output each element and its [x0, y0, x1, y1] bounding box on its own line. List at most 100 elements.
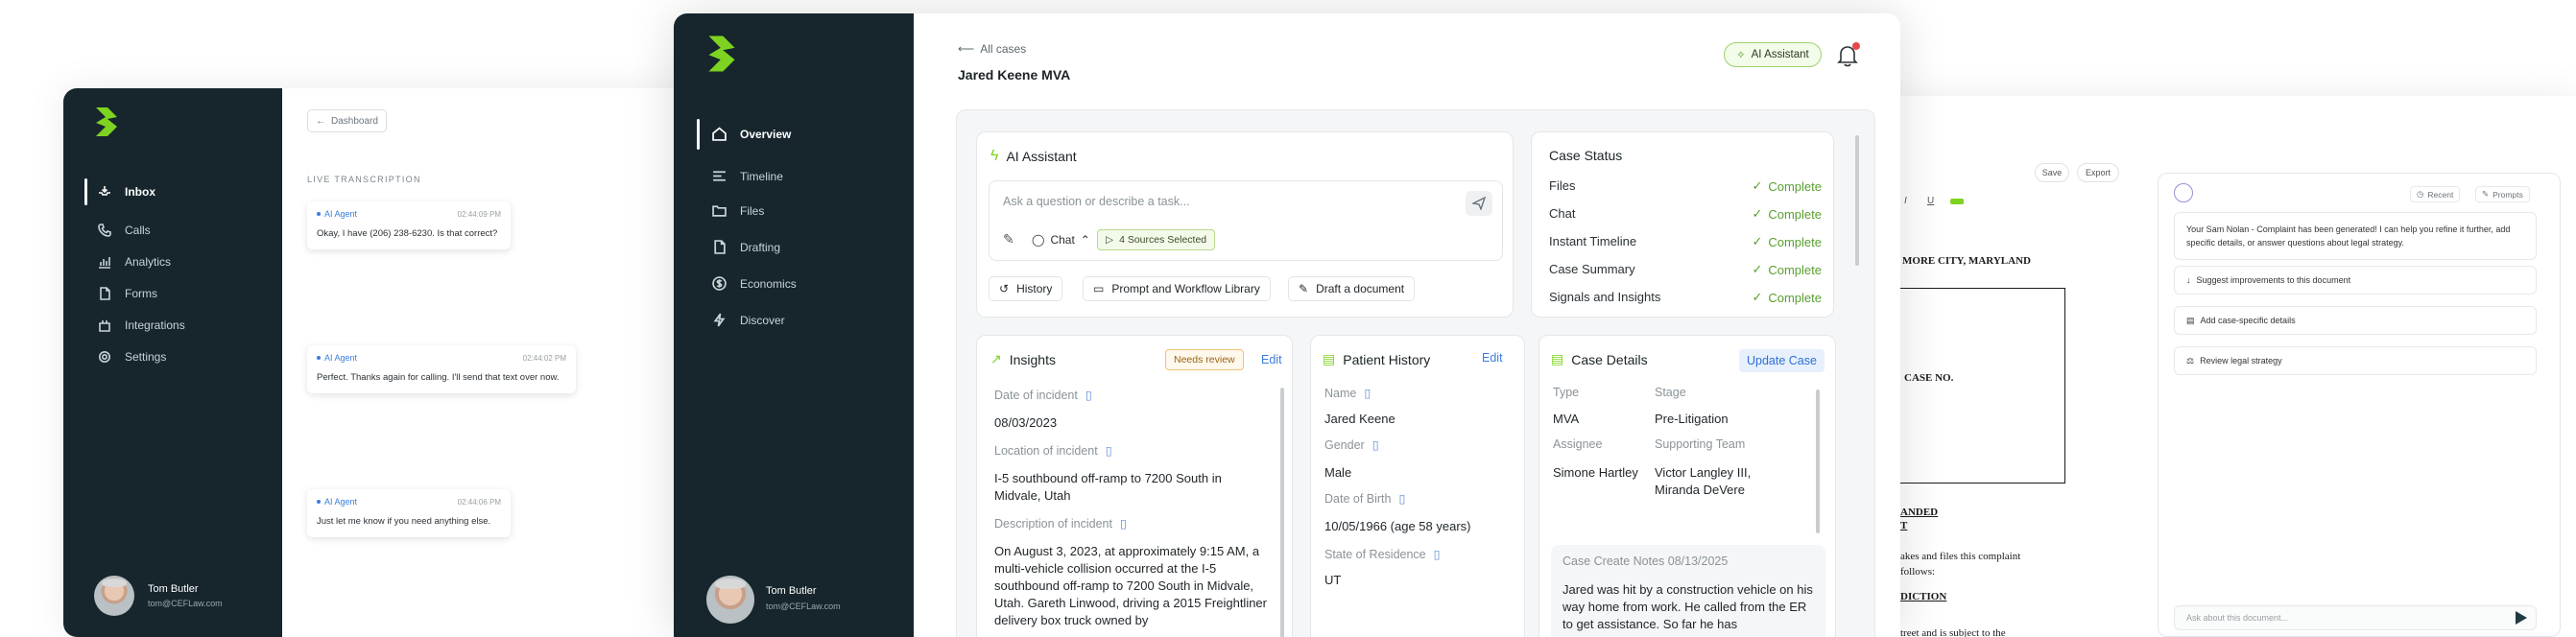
ask-input-box[interactable]: Ask a question or describe a task... ✎ ◯…	[989, 180, 1503, 261]
file-icon: ▯	[1398, 492, 1406, 506]
type-label: Type	[1553, 386, 1580, 399]
doc-heading: MORE CITY, MARYLAND	[1902, 255, 2031, 267]
scrollbar[interactable]	[1855, 135, 1859, 266]
sources-selected-button[interactable]: ▷ 4 Sources Selected	[1097, 229, 1216, 250]
sidebar-item-discover[interactable]: Discover	[712, 313, 785, 327]
draft-document-button[interactable]: ✎ Draft a document	[1288, 276, 1416, 301]
sidebar-item-analytics[interactable]: Analytics	[98, 255, 171, 269]
back-to-dashboard-button[interactable]: ← Dashboard	[307, 109, 387, 132]
patient-history-edit-link[interactable]: Edit	[1482, 351, 1503, 365]
sidebar-item-economics[interactable]: Economics	[712, 276, 797, 291]
field-label: Location of incident ▯	[994, 443, 1112, 459]
chat-icon: ◯	[1032, 233, 1045, 247]
avatar[interactable]	[94, 576, 134, 616]
field-label: Name ▯	[1324, 386, 1371, 401]
sidebar-item-settings[interactable]: Settings	[98, 350, 166, 364]
highlight-color-icon[interactable]	[1950, 199, 1964, 204]
document-assistant-panel: ◷ Recent ✎ Prompts Your Sam Nolan - Compla…	[2158, 173, 2561, 637]
field-value: 08/03/2023	[994, 415, 1058, 430]
sidebar-item-integrations[interactable]: Integrations	[98, 318, 185, 332]
phone-icon	[98, 224, 111, 237]
update-case-button[interactable]: Update Case	[1739, 349, 1825, 372]
italic-button[interactable]: I	[1904, 196, 1907, 206]
ask-input[interactable]: Ask a question or describe a task...	[1003, 195, 1190, 208]
stage-value: Pre-Litigation	[1655, 412, 1729, 426]
assistant-message: Your Sam Nolan - Complaint has been gene…	[2174, 212, 2537, 260]
bolt-icon: ϟ	[990, 148, 999, 164]
book-icon: ▭	[1093, 282, 1105, 295]
arrow-left-icon: ⟵	[958, 42, 975, 56]
file-icon: ▯	[1371, 438, 1379, 452]
status-row: Signals and Insights ✓ Complete	[1549, 290, 1822, 305]
status-row: Case Summary ✓ Complete	[1549, 262, 1822, 277]
field-value: I-5 southbound off-ramp to 7200 South in…	[994, 471, 1222, 503]
sidebar-item-inbox[interactable]: Inbox	[98, 185, 155, 199]
scale-icon: ⚖	[2186, 355, 2195, 366]
sidebar-item-overview[interactable]: Overview	[712, 127, 791, 141]
sidebar-item-label: Calls	[125, 224, 151, 237]
ai-assistant-card: ϟ AI Assistant Ask a question or describ…	[976, 131, 1514, 318]
underline-button[interactable]: U	[1927, 196, 1934, 206]
tab-recent[interactable]: ◷ Recent	[2410, 186, 2461, 202]
case-notes: Case Create Notes 08/13/2025 Jared was h…	[1551, 545, 1825, 637]
breadcrumb-all-cases[interactable]: All cases	[980, 42, 1026, 56]
ai-assistant-button[interactable]: ✧ AI Assistant	[1724, 42, 1822, 67]
case-details-card: ▤ Case Details Update Case Type MVA Stage…	[1538, 335, 1836, 637]
speaker-dot-icon	[317, 500, 321, 504]
notes-title: Case Create Notes 08/13/2025	[1562, 554, 1729, 568]
breadcrumb[interactable]: ⟵ All cases	[958, 42, 1026, 56]
sidebar-item-drafting[interactable]: Drafting	[712, 240, 780, 254]
ai-assistant-card-title: ϟ AI Assistant	[990, 148, 1077, 164]
home-icon	[712, 127, 727, 141]
field-label: Gender ▯	[1324, 437, 1379, 453]
scrollbar[interactable]	[1816, 389, 1820, 533]
sidebar-item-label: Inbox	[125, 185, 155, 199]
document-chat-input[interactable]: Ask about this document...	[2174, 605, 2537, 630]
needs-review-badge: Needs review	[1165, 349, 1244, 370]
file-icon: ▤	[2186, 315, 2195, 325]
edit-icon: ✎	[1299, 282, 1309, 295]
notification-dot	[1852, 42, 1860, 50]
file-icon: ▯	[1105, 444, 1112, 458]
transcript-message: AI Agent 02:44:09 PM Okay, I have (206) …	[307, 201, 511, 249]
scrollbar[interactable]	[1280, 388, 1284, 637]
save-button[interactable]: Save	[2035, 163, 2069, 182]
sidebar-item-calls[interactable]: Calls	[98, 224, 151, 237]
case-status-title: Case Status	[1549, 148, 1623, 163]
check-icon: ✓	[1752, 290, 1763, 304]
tab-prompts[interactable]: ✎ Prompts	[2475, 186, 2530, 202]
sidebar-item-forms[interactable]: Forms	[98, 287, 157, 300]
send-button[interactable]	[1466, 191, 1492, 216]
send-icon[interactable]	[2516, 611, 2527, 625]
file-icon: ▯	[1433, 548, 1441, 561]
insights-title: ↗ Insights	[990, 351, 1056, 367]
suggestion-add-details[interactable]: ▤ Add case-specific details	[2174, 306, 2537, 335]
paperclip-icon[interactable]: ✎	[1003, 231, 1014, 248]
brand-logo-icon	[706, 33, 737, 75]
mode-dropdown[interactable]: ◯ Chat ⌃	[1032, 233, 1090, 247]
field-label: Date of Birth ▯	[1324, 491, 1406, 507]
document-icon	[714, 240, 726, 254]
clock-icon: ◷	[2417, 189, 2424, 199]
insights-edit-link[interactable]: Edit	[1261, 353, 1282, 366]
field-label: Description of incident ▯	[994, 516, 1127, 531]
send-icon	[1472, 197, 1486, 210]
assistant-logo-icon	[2174, 183, 2193, 202]
check-icon: ✓	[1752, 178, 1763, 193]
file-icon	[100, 287, 110, 300]
prompt-library-button[interactable]: ▭ Prompt and Workflow Library	[1083, 276, 1271, 301]
history-button[interactable]: ↺ History	[989, 276, 1063, 301]
sidebar-item-timeline[interactable]: Timeline	[712, 169, 783, 183]
export-button[interactable]: Export	[2077, 163, 2119, 182]
suggestion-review-strategy[interactable]: ⚖ Review legal strategy	[2174, 346, 2537, 375]
field-label: Date of incident ▯	[994, 388, 1092, 403]
active-indicator	[84, 178, 87, 205]
sidebar-item-label: Timeline	[740, 169, 783, 183]
avatar[interactable]	[706, 576, 754, 624]
sidebar-item-files[interactable]: Files	[712, 203, 764, 218]
user-name: Tom Butler	[766, 585, 817, 597]
doc-line: akes and files this complaint	[1900, 551, 2021, 562]
timeline-icon	[713, 171, 726, 181]
suggestion-improvements[interactable]: ↓ Suggest improvements to this document	[2174, 266, 2537, 295]
field-value: Jared Keene	[1324, 412, 1395, 426]
